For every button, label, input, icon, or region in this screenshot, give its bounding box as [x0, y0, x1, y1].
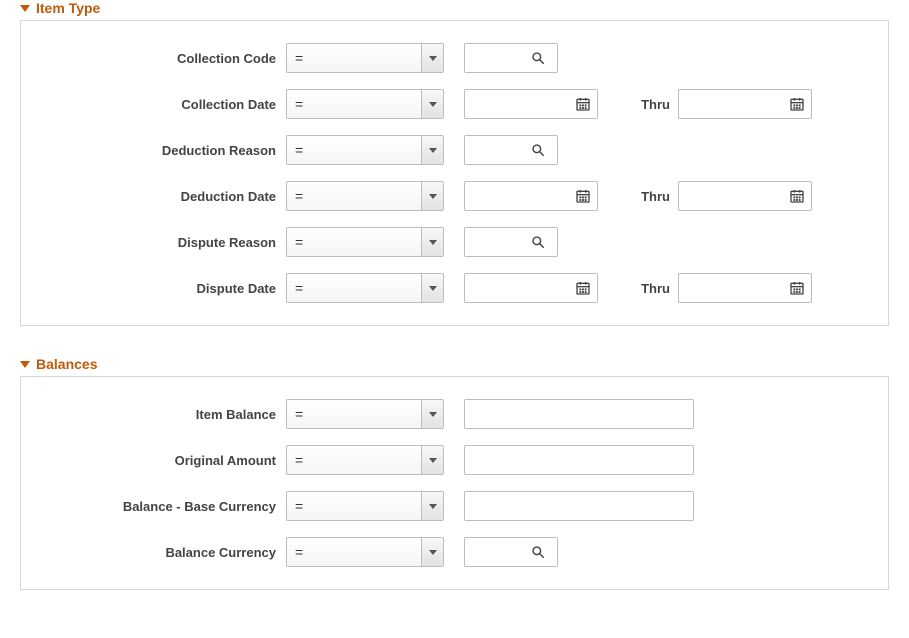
calendar-icon	[789, 96, 805, 112]
thru-label: Thru	[628, 189, 678, 204]
operator-balance-base-currency[interactable]: =	[286, 491, 444, 521]
thru-label: Thru	[628, 97, 678, 112]
operator-value: =	[295, 498, 303, 514]
lookup-balance-currency[interactable]	[464, 537, 558, 567]
row-original-amount: Original Amount =	[31, 437, 878, 483]
chevron-down-icon	[421, 446, 443, 474]
chevron-down-icon	[421, 274, 443, 302]
search-icon	[531, 143, 545, 157]
calendar-icon	[789, 188, 805, 204]
label-original-amount: Original Amount	[31, 453, 286, 468]
section-balances: Balances Item Balance = Original Amount …	[20, 356, 889, 590]
row-balance-currency: Balance Currency =	[31, 529, 878, 575]
search-icon	[531, 51, 545, 65]
calendar-icon	[575, 188, 591, 204]
operator-dispute-date[interactable]: =	[286, 273, 444, 303]
date-thru-dispute-date[interactable]	[678, 273, 812, 303]
lookup-dispute-reason[interactable]	[464, 227, 558, 257]
section-body-balances: Item Balance = Original Amount = Balance…	[20, 376, 889, 590]
operator-value: =	[295, 406, 303, 422]
row-collection-code: Collection Code =	[31, 35, 878, 81]
row-item-balance: Item Balance =	[31, 391, 878, 437]
calendar-icon	[575, 96, 591, 112]
date-from-collection-date[interactable]	[464, 89, 598, 119]
chevron-down-icon	[421, 538, 443, 566]
section-header-balances[interactable]: Balances	[20, 356, 889, 372]
label-deduction-date: Deduction Date	[31, 189, 286, 204]
operator-item-balance[interactable]: =	[286, 399, 444, 429]
row-deduction-date: Deduction Date = Thru	[31, 173, 878, 219]
chevron-down-icon	[421, 136, 443, 164]
input-item-balance[interactable]	[464, 399, 694, 429]
lookup-deduction-reason[interactable]	[464, 135, 558, 165]
section-title: Balances	[36, 356, 97, 372]
operator-value: =	[295, 280, 303, 296]
operator-value: =	[295, 452, 303, 468]
date-thru-deduction-date[interactable]	[678, 181, 812, 211]
label-dispute-date: Dispute Date	[31, 281, 286, 296]
chevron-down-icon	[421, 400, 443, 428]
chevron-down-icon	[421, 182, 443, 210]
row-dispute-date: Dispute Date = Thru	[31, 265, 878, 311]
operator-value: =	[295, 234, 303, 250]
operator-collection-date[interactable]: =	[286, 89, 444, 119]
row-balance-base-currency: Balance - Base Currency =	[31, 483, 878, 529]
section-body-item-type: Collection Code = Collection Date = Thru	[20, 20, 889, 326]
label-collection-date: Collection Date	[31, 97, 286, 112]
operator-original-amount[interactable]: =	[286, 445, 444, 475]
chevron-down-icon	[421, 44, 443, 72]
input-balance-base-currency[interactable]	[464, 491, 694, 521]
row-collection-date: Collection Date = Thru	[31, 81, 878, 127]
label-item-balance: Item Balance	[31, 407, 286, 422]
chevron-down-icon	[421, 228, 443, 256]
label-collection-code: Collection Code	[31, 51, 286, 66]
operator-value: =	[295, 142, 303, 158]
operator-deduction-date[interactable]: =	[286, 181, 444, 211]
section-item-type: Item Type Collection Code = Collection D…	[20, 0, 889, 326]
section-title: Item Type	[36, 0, 100, 16]
date-from-deduction-date[interactable]	[464, 181, 598, 211]
operator-value: =	[295, 96, 303, 112]
section-header-item-type[interactable]: Item Type	[20, 0, 889, 16]
collapse-caret-icon	[20, 361, 30, 368]
lookup-collection-code[interactable]	[464, 43, 558, 73]
calendar-icon	[789, 280, 805, 296]
operator-value: =	[295, 50, 303, 66]
search-icon	[531, 235, 545, 249]
operator-value: =	[295, 544, 303, 560]
label-balance-base-currency: Balance - Base Currency	[31, 499, 286, 514]
operator-value: =	[295, 188, 303, 204]
thru-label: Thru	[628, 281, 678, 296]
operator-balance-currency[interactable]: =	[286, 537, 444, 567]
collapse-caret-icon	[20, 5, 30, 12]
row-deduction-reason: Deduction Reason =	[31, 127, 878, 173]
date-from-dispute-date[interactable]	[464, 273, 598, 303]
label-deduction-reason: Deduction Reason	[31, 143, 286, 158]
date-thru-collection-date[interactable]	[678, 89, 812, 119]
row-dispute-reason: Dispute Reason =	[31, 219, 878, 265]
operator-collection-code[interactable]: =	[286, 43, 444, 73]
calendar-icon	[575, 280, 591, 296]
operator-dispute-reason[interactable]: =	[286, 227, 444, 257]
label-balance-currency: Balance Currency	[31, 545, 286, 560]
search-icon	[531, 545, 545, 559]
operator-deduction-reason[interactable]: =	[286, 135, 444, 165]
input-original-amount[interactable]	[464, 445, 694, 475]
chevron-down-icon	[421, 90, 443, 118]
chevron-down-icon	[421, 492, 443, 520]
label-dispute-reason: Dispute Reason	[31, 235, 286, 250]
